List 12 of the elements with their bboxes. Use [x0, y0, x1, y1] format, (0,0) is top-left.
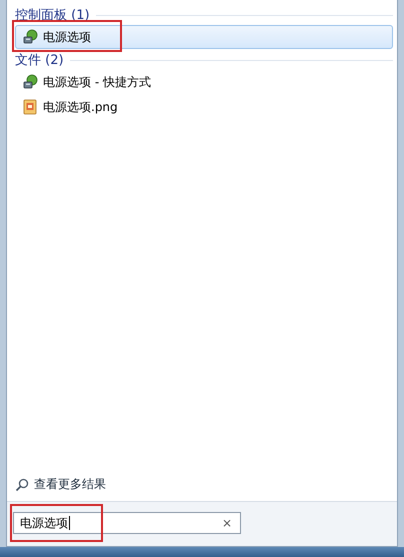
search-field[interactable]: 电源选项 ×	[13, 512, 241, 534]
result-item[interactable]: 电源选项	[15, 25, 393, 49]
group-heading: 控制面板 (1)	[15, 7, 90, 24]
search-icon	[15, 478, 29, 492]
battery-plug-icon	[22, 29, 38, 45]
clear-button[interactable]: ×	[222, 516, 232, 530]
image-file-icon	[22, 99, 38, 115]
group-heading: 文件 (2)	[15, 52, 64, 69]
more-results-link[interactable]: 查看更多结果	[7, 470, 397, 501]
result-item[interactable]: 电源选项 - 快捷方式	[15, 70, 393, 94]
battery-plug-icon	[22, 74, 38, 90]
result-item[interactable]: 电源选项.png	[15, 95, 393, 119]
